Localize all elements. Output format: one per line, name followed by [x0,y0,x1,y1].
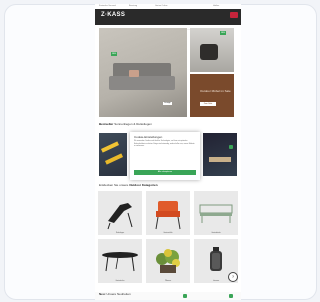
cookie-consent-dialog: Cookie-Einstellungen Wir verwenden Cooki… [130,132,200,180]
category-name: Relaxliegen [115,233,125,234]
consent-title: Cookie-Einstellungen [134,135,163,139]
category-tile-gartenbaenke[interactable]: Gartenbänke [194,191,238,235]
cart-icon[interactable] [230,12,238,18]
category-tile-gartenstuehle[interactable]: Gartenstühle [146,191,190,235]
hero-main-banner[interactable]: NEU Lounge [99,28,187,117]
consent-text: Wir verwenden Cookies und ähnliche Techn… [134,141,195,148]
new-arrivals-title: Neu: [99,292,106,296]
site-header: Z·KASS Gartenmöbel Lounge Sonnenschutz D… [95,9,241,31]
webshop-page: Kostenlos Versand Beratung Garten Online… [95,4,241,300]
product-image-loungers[interactable] [99,133,127,176]
lounger-shape [100,141,120,153]
categories-title: Entdecken Sie unsere [99,183,129,187]
help-icon[interactable]: ? [228,272,238,282]
chair-image [200,44,218,60]
category-name: Gartentische [115,281,125,282]
category-tile-pflanzen[interactable]: Pflanzen [146,239,190,283]
new-badge: NEU [220,31,227,35]
table-image [209,157,231,162]
hero-right-top-banner[interactable]: NEU [190,28,234,72]
red-chair-icon [155,201,181,230]
accept-cookies-button[interactable]: Alle akzeptieren [134,170,196,175]
sofa-seat-image [109,76,175,90]
plant-icon [156,249,180,273]
recliner-icon [107,203,133,230]
categories-heading: Entdecken Sie unsere Outdoor Kategorien [99,183,158,187]
new-arrivals-heading: Neu: Unsere Neuheiten [99,292,131,297]
new-badge-icon [183,294,187,298]
category-tile-gartentische[interactable]: Gartentische [98,239,142,283]
table-icon [102,252,138,272]
bestseller-subtitle: Sonnenliegen & Relaxliegen [114,122,152,126]
store-logo[interactable]: Z·KASS [101,12,125,18]
sale-banner-text: Outdoor Möbel im Sale [200,89,231,93]
lounger-shape [104,153,124,165]
category-name: Pflanzen [164,281,172,282]
category-tile-relaxliegen[interactable]: Relaxliegen [98,191,142,235]
bestseller-title: Bestseller [99,122,114,126]
product-image-terrace[interactable] [203,133,237,176]
bench-icon [199,204,233,223]
badge-icon [229,145,233,149]
main-nav: Gartenmöbel Lounge Sonnenschutz Deko Out… [135,17,231,31]
category-name: Gartenstühle [163,233,173,234]
categories-title-bold: Outdoor Kategorien [129,183,158,187]
cushion-image [129,70,139,77]
sale-button[interactable]: Zum Sale [200,102,216,106]
new-arrivals-subtitle: Unsere Neuheiten [106,292,131,296]
new-arrivals-section: Neu: Unsere Neuheiten [95,292,241,300]
hero-label: Lounge [163,102,172,105]
category-name: Gartenbänke [211,233,221,234]
sale-banner[interactable]: Outdoor Möbel im Sale Zum Sale [190,74,234,117]
new-badge-icon [229,294,233,298]
bestseller-heading: Bestseller Sonnenliegen & Relaxliegen [99,122,152,126]
new-badge: NEU [111,52,118,56]
